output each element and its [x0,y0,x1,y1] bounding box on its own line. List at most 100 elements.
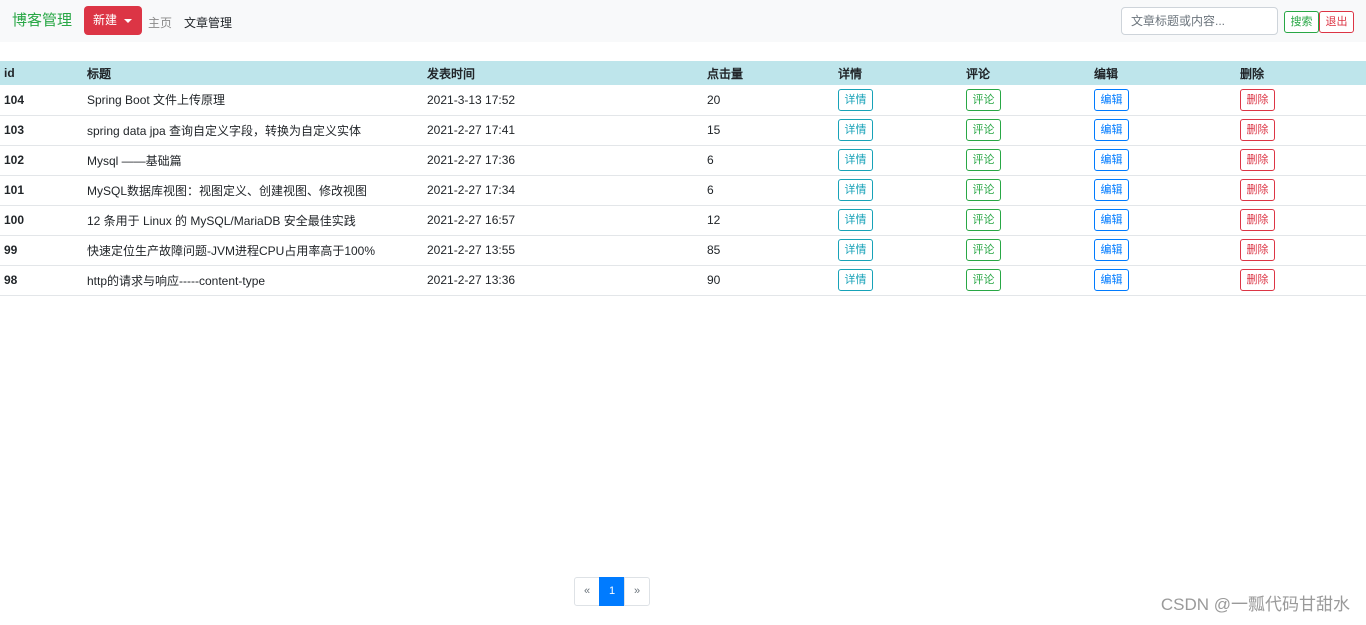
cell-hits: 6 [707,183,714,197]
comment-button[interactable]: 评论 [966,119,1001,141]
brand-logo[interactable]: 博客管理 [12,11,72,31]
detail-button[interactable]: 详情 [838,149,873,171]
cell-hits: 20 [707,92,721,107]
delete-button[interactable]: 删除 [1240,239,1275,261]
cell-id: 98 [4,273,18,287]
table-row: 102 Mysql ——基础篇 2021-2-27 17:36 6 详情 评论 编辑 删除 [0,145,1366,175]
pagination: « 1 » [574,577,650,606]
caret-down-icon [124,19,132,23]
cell-edit: 编辑 [1090,175,1236,205]
header-id: id [4,66,15,80]
cell-date: 2021-2-27 13:55 [427,243,516,257]
edit-button[interactable]: 编辑 [1094,179,1129,201]
table-header: id 标题 发表时间 点击量 详情 评论 编辑 删除 [0,61,1366,85]
search-input[interactable] [1121,7,1278,35]
comment-button[interactable]: 评论 [966,179,1001,201]
logout-button[interactable]: 退出 [1319,11,1354,33]
detail-button[interactable]: 详情 [838,209,873,231]
header-detail: 详情 [838,66,863,81]
delete-button[interactable]: 删除 [1240,88,1275,111]
detail-button[interactable]: 详情 [838,88,873,111]
cell-delete: 删除 [1236,85,1366,115]
cell-hits: 6 [707,153,714,167]
edit-button[interactable]: 编辑 [1094,149,1129,171]
cell-id: 104 [4,92,25,107]
cell-hits: 15 [707,123,721,137]
comment-button[interactable]: 评论 [966,149,1001,171]
cell-date: 2021-2-27 13:36 [427,273,516,287]
header-title: 标题 [87,66,112,81]
cell-hits: 85 [707,243,721,257]
cell-delete: 删除 [1236,115,1366,145]
cell-id: 99 [4,243,18,257]
detail-button[interactable]: 详情 [838,269,873,291]
detail-button[interactable]: 详情 [838,239,873,261]
cell-date: 2021-2-27 16:57 [427,213,516,227]
cell-detail: 详情 [834,145,962,175]
page-next-button[interactable]: » [624,577,650,606]
cell-title: spring data jpa 查询自定义字段，转换为自定义实体 [87,123,362,138]
cell-title: Mysql ——基础篇 [87,153,182,168]
cell-delete: 删除 [1236,175,1366,205]
cell-comment: 评论 [962,115,1090,145]
delete-button[interactable]: 删除 [1240,179,1275,201]
table-row: 103 spring data jpa 查询自定义字段，转换为自定义实体 2021-… [0,115,1366,145]
header-edit: 编辑 [1094,66,1119,81]
comment-button[interactable]: 评论 [966,239,1001,261]
cell-edit: 编辑 [1090,235,1236,265]
nav-link-articles[interactable]: 文章管理 [184,14,232,31]
cell-hits: 90 [707,273,721,287]
cell-date: 2021-2-27 17:41 [427,123,516,137]
table-row: 100 12 条用于 Linux 的 MySQL/MariaDB 安全最佳实践 20… [0,205,1366,235]
detail-button[interactable]: 详情 [838,119,873,141]
edit-button[interactable]: 编辑 [1094,239,1129,261]
delete-button[interactable]: 删除 [1240,119,1275,141]
page-1-button[interactable]: 1 [599,577,625,606]
cell-edit: 编辑 [1090,85,1236,115]
cell-edit: 编辑 [1090,145,1236,175]
comment-button[interactable]: 评论 [966,269,1001,291]
nav-link-home[interactable]: 主页 [148,14,172,31]
table-row: 104 Spring Boot 文件上传原理 2021-3-13 17:52 20 详情… [0,85,1366,115]
delete-button[interactable]: 删除 [1240,269,1275,291]
table-row: 101 MySQL数据库视图：视图定义、创建视图、修改视图 2021-2-27 17… [0,175,1366,205]
new-dropdown-button[interactable]: 新建 [84,6,142,35]
cell-edit: 编辑 [1090,115,1236,145]
new-button-label: 新建 [93,13,118,27]
comment-button[interactable]: 评论 [966,88,1001,111]
cell-comment: 评论 [962,205,1090,235]
watermark: CSDN @一瓢代码甘甜水 [1160,595,1350,614]
header-hits: 点击量 [707,66,744,81]
cell-hits: 12 [707,213,721,227]
cell-date: 2021-3-13 17:52 [427,92,516,107]
edit-button[interactable]: 编辑 [1094,119,1129,141]
detail-button[interactable]: 详情 [838,179,873,201]
search-button[interactable]: 搜索 [1284,11,1319,33]
cell-title: 12 条用于 Linux 的 MySQL/MariaDB 安全最佳实践 [87,213,356,228]
delete-button[interactable]: 删除 [1240,149,1275,171]
edit-button[interactable]: 编辑 [1094,88,1129,111]
cell-id: 103 [4,123,25,137]
cell-title: http的请求与响应-----content-type [87,273,266,288]
header-date: 发表时间 [427,66,476,81]
cell-comment: 评论 [962,85,1090,115]
comment-button[interactable]: 评论 [966,209,1001,231]
cell-detail: 详情 [834,265,962,295]
cell-date: 2021-2-27 17:36 [427,153,516,167]
table-row: 99 快速定位生产故障问题-JVM进程CPU占用率高于100% 2021-2-27 … [0,235,1366,265]
edit-button[interactable]: 编辑 [1094,269,1129,291]
cell-id: 100 [4,213,25,227]
header-comment: 评论 [966,66,991,81]
cell-id: 101 [4,183,25,197]
cell-delete: 删除 [1236,205,1366,235]
cell-detail: 详情 [834,85,962,115]
cell-edit: 编辑 [1090,265,1236,295]
cell-edit: 编辑 [1090,205,1236,235]
cell-id: 102 [4,153,25,167]
cell-detail: 详情 [834,175,962,205]
delete-button[interactable]: 删除 [1240,209,1275,231]
page-prev-button[interactable]: « [574,577,600,606]
cell-title: 快速定位生产故障问题-JVM进程CPU占用率高于100% [87,243,376,258]
cell-title: MySQL数据库视图：视图定义、创建视图、修改视图 [87,183,368,198]
edit-button[interactable]: 编辑 [1094,209,1129,231]
